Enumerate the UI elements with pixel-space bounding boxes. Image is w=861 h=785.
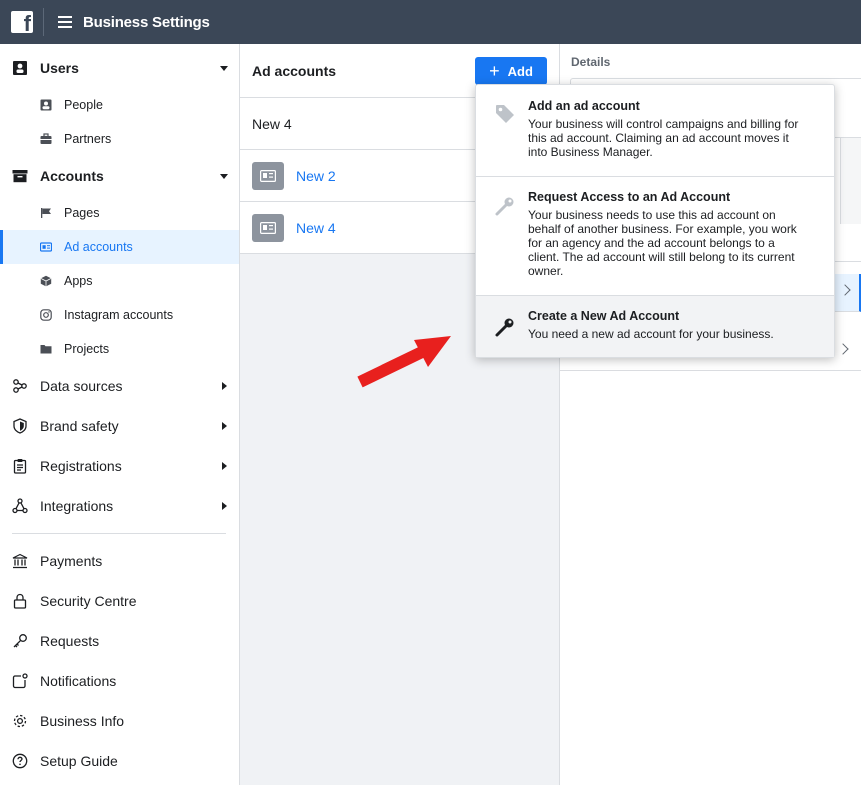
account-name-link[interactable]: New 2 (296, 168, 336, 184)
sidebar-group-registrations[interactable]: Registrations (0, 446, 239, 486)
sidebar-item-ad-accounts[interactable]: Ad accounts (0, 230, 239, 264)
menu-item-description: You need a new ad account for your busin… (528, 327, 774, 341)
red-arrow-icon (357, 336, 451, 388)
chevron-down-icon (220, 66, 228, 71)
menu-item-create-new-ad-account[interactable]: Create a New Ad Account You need a new a… (476, 296, 834, 357)
sidebar-item-setup-guide[interactable]: Setup Guide (0, 741, 239, 781)
sidebar-item-pages[interactable]: Pages (0, 196, 239, 230)
sidebar-item-security-centre[interactable]: Security Centre (0, 581, 239, 621)
sidebar-group-users[interactable]: Users (0, 48, 239, 88)
menu-item-request-access[interactable]: Request Access to an Ad Account Your bus… (476, 177, 834, 295)
sidebar-group-brand-safety[interactable]: Brand safety (0, 406, 239, 446)
menu-item-description: Your business will control campaigns and… (528, 117, 799, 159)
sidebar-item-business-info[interactable]: Business Info (0, 701, 239, 741)
integrations-icon (12, 498, 28, 514)
help-icon (12, 753, 28, 769)
key-icon (12, 633, 28, 649)
sidebar-item-apps[interactable]: Apps (0, 264, 239, 298)
sidebar-group-label: Users (40, 60, 79, 76)
person-icon (40, 99, 52, 111)
menu-item-title: Add an ad account (528, 99, 640, 113)
tag-icon (494, 103, 516, 125)
chevron-right-icon (837, 343, 849, 355)
ad-account-icon (40, 241, 52, 253)
ad-account-icon (252, 161, 284, 190)
sidebar-item-label: Notifications (40, 673, 117, 689)
sidebar-item-notifications[interactable]: Notifications (0, 661, 239, 701)
sidebar-item-label: Business Info (40, 713, 125, 729)
sidebar-item-label: Projects (64, 342, 110, 356)
sidebar-item-people[interactable]: People (0, 88, 239, 122)
sidebar-item-instagram-accounts[interactable]: Instagram accounts (0, 298, 239, 332)
folder-icon (40, 343, 52, 355)
users-icon (12, 60, 28, 76)
sidebar-item-label: People (64, 98, 103, 112)
sidebar-divider (12, 533, 226, 534)
sidebar-item-label: Payments (40, 553, 103, 569)
sidebar-group-label: Brand safety (40, 418, 119, 434)
sidebar-item-label: Setup Guide (40, 753, 118, 769)
sidebar-item-partners[interactable]: Partners (0, 122, 239, 156)
plus-icon: + (489, 61, 500, 81)
sidebar-item-label: Instagram accounts (64, 308, 174, 322)
flag-icon (40, 207, 52, 219)
sidebar-item-label: Apps (64, 274, 93, 288)
bell-icon (12, 673, 28, 689)
topbar-divider (43, 8, 44, 36)
key-icon (494, 316, 516, 338)
hamburger-menu-icon[interactable] (58, 16, 72, 28)
chevron-right-icon (222, 382, 227, 390)
facebook-logo-icon[interactable]: f (11, 11, 33, 35)
box-icon (12, 168, 28, 184)
sidebar-item-label: Partners (64, 132, 112, 146)
sidebar-item-label: Security Centre (40, 593, 137, 609)
sidebar-group-label: Registrations (40, 458, 122, 474)
shield-icon (12, 418, 28, 434)
instagram-icon (40, 309, 52, 321)
account-name-link[interactable]: New 4 (296, 220, 336, 236)
sidebar-item-requests[interactable]: Requests (0, 621, 239, 661)
ad-account-icon (252, 213, 284, 242)
menu-item-title: Create a New Ad Account (528, 309, 680, 323)
sidebar-item-label: Requests (40, 633, 100, 649)
cube-icon (40, 275, 52, 287)
sidebar-group-data-sources[interactable]: Data sources (0, 366, 239, 406)
chevron-right-icon (222, 422, 227, 430)
menu-item-add-ad-account[interactable]: Add an ad account Your business will con… (476, 85, 834, 176)
sidebar-group-integrations[interactable]: Integrations (0, 486, 239, 526)
clipboard-icon (12, 458, 28, 474)
sidebar-group-label: Accounts (40, 168, 104, 184)
panel-title: Ad accounts (252, 62, 337, 79)
gear-icon (12, 713, 28, 729)
sidebar-group-accounts[interactable]: Accounts (0, 156, 239, 196)
sidebar-item-label: Pages (64, 206, 100, 220)
menu-item-description: Your business needs to use this ad accou… (528, 208, 797, 278)
add-button[interactable]: + Add (475, 57, 547, 85)
menu-item-title: Request Access to an Ad Account (528, 190, 731, 204)
sidebar-group-label: Data sources (40, 378, 123, 394)
key-icon (494, 195, 516, 217)
top-bar: f Business Settings (0, 0, 861, 44)
sidebar: Users People Partners Accounts Pages Ad … (0, 44, 240, 785)
bank-icon (12, 553, 28, 569)
details-side-box (840, 138, 861, 224)
chevron-right-icon (222, 502, 227, 510)
chevron-down-icon (220, 174, 228, 179)
details-label: Details (571, 55, 611, 69)
add-button-label: Add (507, 63, 533, 79)
add-dropdown-menu: Add an ad account Your business will con… (475, 84, 835, 358)
nodes-icon (12, 378, 28, 394)
sidebar-item-label: Ad accounts (64, 240, 133, 254)
app-title: Business Settings (83, 13, 210, 31)
sidebar-item-payments[interactable]: Payments (0, 541, 239, 581)
lock-icon (12, 593, 28, 609)
sidebar-item-projects[interactable]: Projects (0, 332, 239, 366)
chevron-right-icon (222, 462, 227, 470)
sidebar-group-label: Integrations (40, 498, 114, 514)
briefcase-icon (40, 133, 52, 145)
chevron-right-icon (839, 284, 851, 296)
